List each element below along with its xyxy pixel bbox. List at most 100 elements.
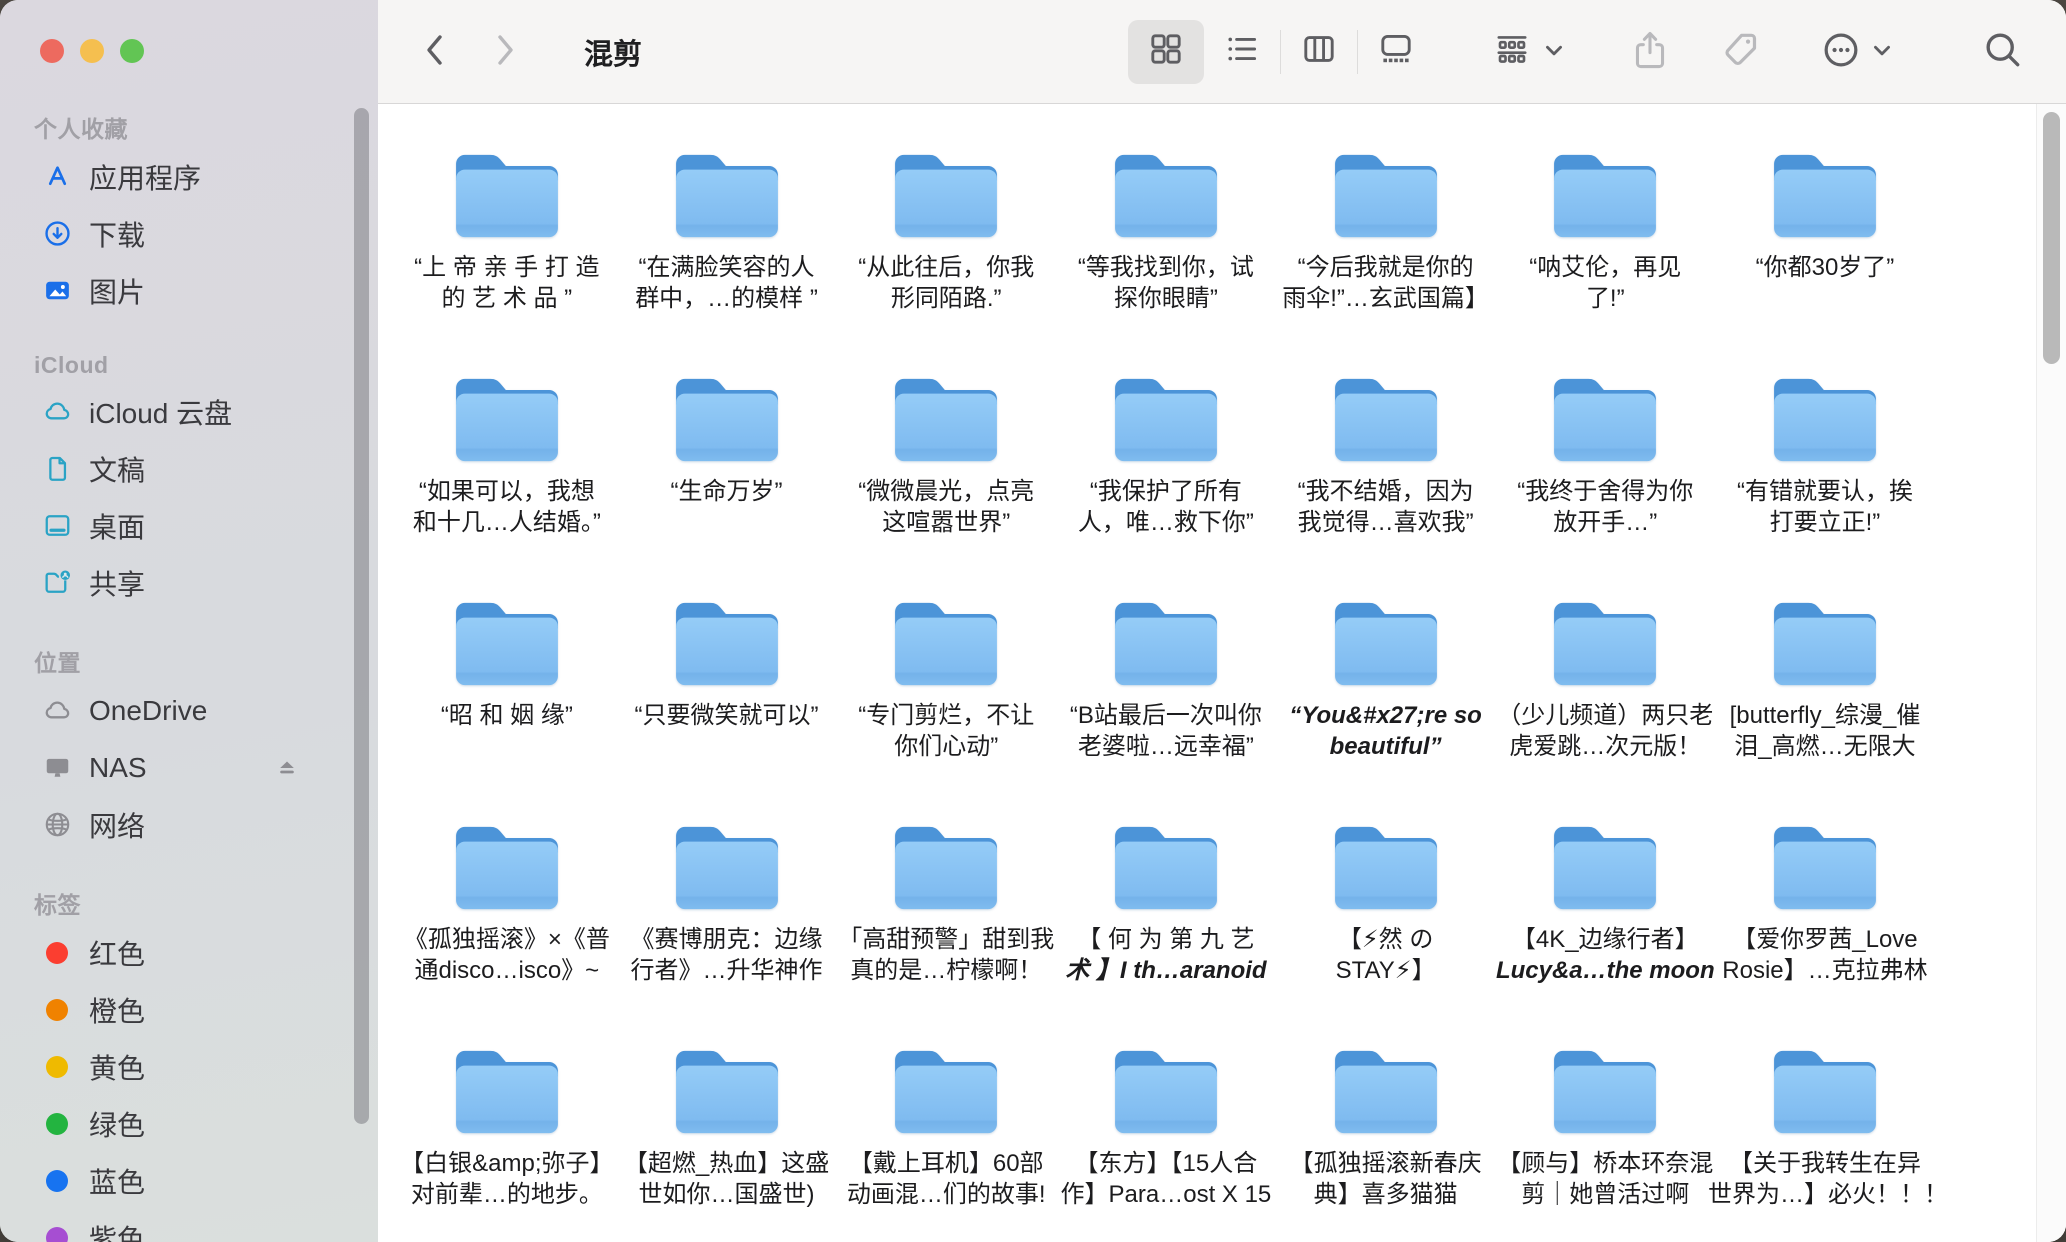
- folder-label: 【白银&amp;弥子】 对前辈…的地步。: [390, 1148, 624, 1210]
- group-by-button[interactable]: [1492, 32, 1566, 71]
- folder-item[interactable]: “等我找到你，试 探你眼睛”: [1056, 149, 1276, 373]
- folder-icon: [1107, 1045, 1225, 1139]
- folder-item[interactable]: 【超燃_热血】这盛 世如你…国盛世): [617, 1045, 837, 1242]
- folder-item[interactable]: “我不结婚，因为 我觉得…喜欢我”: [1276, 373, 1496, 597]
- more-button[interactable]: [1820, 29, 1894, 74]
- folder-item[interactable]: 【⚡然 の STAY⚡】: [1276, 821, 1496, 1045]
- folder-item[interactable]: “昭 和 姻 缘”: [397, 597, 617, 821]
- sidebar-item-applications[interactable]: 应用程序: [0, 148, 378, 205]
- folder-item[interactable]: “在满脸笑容的人 群中，…的模样 ”: [617, 149, 837, 373]
- sidebar-item-desktop[interactable]: 桌面: [0, 497, 378, 554]
- folder-item[interactable]: 《孤独摇滚》×《普 通disco…isco》~: [397, 821, 617, 1045]
- minimize-button[interactable]: [80, 39, 104, 63]
- sidebar-item-tag-red[interactable]: 红色: [0, 924, 378, 981]
- sidebar: 个人收藏 应用程序 下载 图片 iCloud: [0, 0, 378, 1242]
- folder-icon: [668, 373, 786, 467]
- folder-label: 《孤独摇滚》×《普 通disco…isco》~: [390, 924, 624, 986]
- sidebar-item-label: iCloud 云盘: [89, 392, 232, 432]
- folder-item[interactable]: 【孤独摇滚新春庆 典】喜多猫猫: [1276, 1045, 1496, 1242]
- sidebar-item-shared[interactable]: 共享: [0, 554, 378, 611]
- folder-icon: [1107, 597, 1225, 691]
- globe-icon: [40, 808, 74, 842]
- folder-label: 【戴上耳机】60部 动画混…们的故事!: [829, 1148, 1063, 1210]
- content-scrollbar-thumb[interactable]: [2043, 112, 2060, 364]
- sidebar-item-onedrive[interactable]: OneDrive: [0, 682, 378, 739]
- sidebar-item-tag-blue[interactable]: 蓝色: [0, 1152, 378, 1209]
- document-icon: [40, 452, 74, 486]
- section-header-favorites: 个人收藏: [34, 110, 378, 144]
- chevron-down-icon: [1542, 38, 1566, 65]
- sidebar-item-documents[interactable]: 文稿: [0, 440, 378, 497]
- chevron-right-icon: [492, 30, 518, 73]
- sidebar-item-network[interactable]: 网络: [0, 796, 378, 853]
- folder-icon: [668, 597, 786, 691]
- folder-item[interactable]: 【东方】【15人合 作】Para…ost X 15: [1056, 1045, 1276, 1242]
- folder-item[interactable]: “B站最后一次叫你 老婆啦…远幸福”: [1056, 597, 1276, 821]
- folder-item[interactable]: 【戴上耳机】60部 动画混…们的故事!: [836, 1045, 1056, 1242]
- appstore-icon: [40, 160, 74, 194]
- column-view-icon: [1301, 31, 1337, 72]
- sidebar-item-pictures[interactable]: 图片: [0, 262, 378, 319]
- folder-item[interactable]: “专门剪烂，不让 你们心动”: [836, 597, 1056, 821]
- close-button[interactable]: [40, 39, 64, 63]
- folder-label: “我终于舍得为你 放开手…”: [1488, 476, 1722, 538]
- content-scrollbar-track[interactable]: [2036, 104, 2066, 1242]
- folder-item[interactable]: 【关于我转生在异 世界为…】必火！！！: [1715, 1045, 1935, 1242]
- folder-icon: [1546, 373, 1664, 467]
- sidebar-item-tag-green[interactable]: 绿色: [0, 1095, 378, 1152]
- folder-item[interactable]: 「高甜预警」甜到我 真的是…柠檬啊！: [836, 821, 1056, 1045]
- sidebar-item-downloads[interactable]: 下载: [0, 205, 378, 262]
- folder-item[interactable]: “你都30岁了”: [1715, 149, 1935, 373]
- cloud-icon: [40, 395, 74, 429]
- sidebar-item-label: 橙色: [89, 990, 145, 1030]
- folder-label: “从此往后，你我 形同陌路.”: [829, 252, 1063, 314]
- folder-label: “昭 和 姻 缘”: [390, 700, 624, 731]
- sidebar-item-icloud-drive[interactable]: iCloud 云盘: [0, 383, 378, 440]
- search-button[interactable]: [1982, 29, 2024, 74]
- folder-item[interactable]: “微微晨光，点亮 这喧嚣世界”: [836, 373, 1056, 597]
- folder-icon: [668, 821, 786, 915]
- folder-icon: [1766, 149, 1884, 243]
- sidebar-item-tag-yellow[interactable]: 黄色: [0, 1038, 378, 1095]
- sidebar-item-nas[interactable]: NAS: [0, 739, 378, 796]
- folder-icon: [1107, 821, 1225, 915]
- back-button[interactable]: [414, 24, 456, 80]
- sidebar-item-tag-orange[interactable]: 橙色: [0, 981, 378, 1038]
- folder-item[interactable]: “我终于舍得为你 放开手…”: [1495, 373, 1715, 597]
- folder-item[interactable]: “You&#x27;re so beautiful”: [1276, 597, 1496, 821]
- folder-label: 【东方】【15人合 作】Para…ost X 15: [1049, 1148, 1283, 1210]
- folder-item[interactable]: “只要微笑就可以”: [617, 597, 837, 821]
- folder-item[interactable]: “如果可以，我想 和十几…人结婚。”: [397, 373, 617, 597]
- folder-item[interactable]: “呐艾伦，再见 了!”: [1495, 149, 1715, 373]
- zoom-button[interactable]: [120, 39, 144, 63]
- column-view-button[interactable]: [1281, 20, 1357, 84]
- eject-icon[interactable]: [272, 753, 302, 783]
- folder-icon: [448, 373, 566, 467]
- sidebar-item-tag-purple[interactable]: 紫色: [0, 1209, 378, 1242]
- folder-item[interactable]: [butterfly_综漫_催 泪_高燃…无限大: [1715, 597, 1935, 821]
- list-view-button[interactable]: [1204, 20, 1280, 84]
- folder-item[interactable]: 【爱你罗茜_Love Rosie】…克拉弗林: [1715, 821, 1935, 1045]
- folder-item[interactable]: “从此往后，你我 形同陌路.”: [836, 149, 1056, 373]
- icon-view-button[interactable]: [1128, 20, 1204, 84]
- folder-item[interactable]: 【 何 为 第 九 艺 术 】I th…aranoid: [1056, 821, 1276, 1045]
- folder-item[interactable]: 【4K_边缘行者】 Lucy&a…the moon: [1495, 821, 1715, 1045]
- sidebar-scrollbar[interactable]: [354, 108, 369, 1124]
- folder-icon: [1327, 597, 1445, 691]
- folder-label: “如果可以，我想 和十几…人结婚。”: [390, 476, 624, 538]
- folder-item[interactable]: “上 帝 亲 手 打 造 的 艺 术 品 ”: [397, 149, 617, 373]
- folder-item[interactable]: “今后我就是你的 雨伞!”…玄武国篇】: [1276, 149, 1496, 373]
- folder-item[interactable]: “我保护了所有 人，唯…救下你”: [1056, 373, 1276, 597]
- tag-button[interactable]: [1722, 29, 1764, 74]
- folder-item[interactable]: “生命万岁”: [617, 373, 837, 597]
- folder-item[interactable]: 《赛博朋克：边缘 行者》…升华神作: [617, 821, 837, 1045]
- folder-item[interactable]: （少儿频道）两只老 虎爱跳…次元版！: [1495, 597, 1715, 821]
- forward-button[interactable]: [484, 24, 526, 80]
- gallery-view-button[interactable]: [1358, 20, 1434, 84]
- folder-label: “等我找到你，试 探你眼睛”: [1049, 252, 1283, 314]
- folder-item[interactable]: 【白银&amp;弥子】 对前辈…的地步。: [397, 1045, 617, 1242]
- folder-item[interactable]: “有错就要认，挨 打要立正!”: [1715, 373, 1935, 597]
- group-by-icon: [1492, 32, 1532, 71]
- share-button[interactable]: [1630, 28, 1670, 75]
- folder-item[interactable]: 【顾与】桥本环奈混 剪｜她曾活过啊: [1495, 1045, 1715, 1242]
